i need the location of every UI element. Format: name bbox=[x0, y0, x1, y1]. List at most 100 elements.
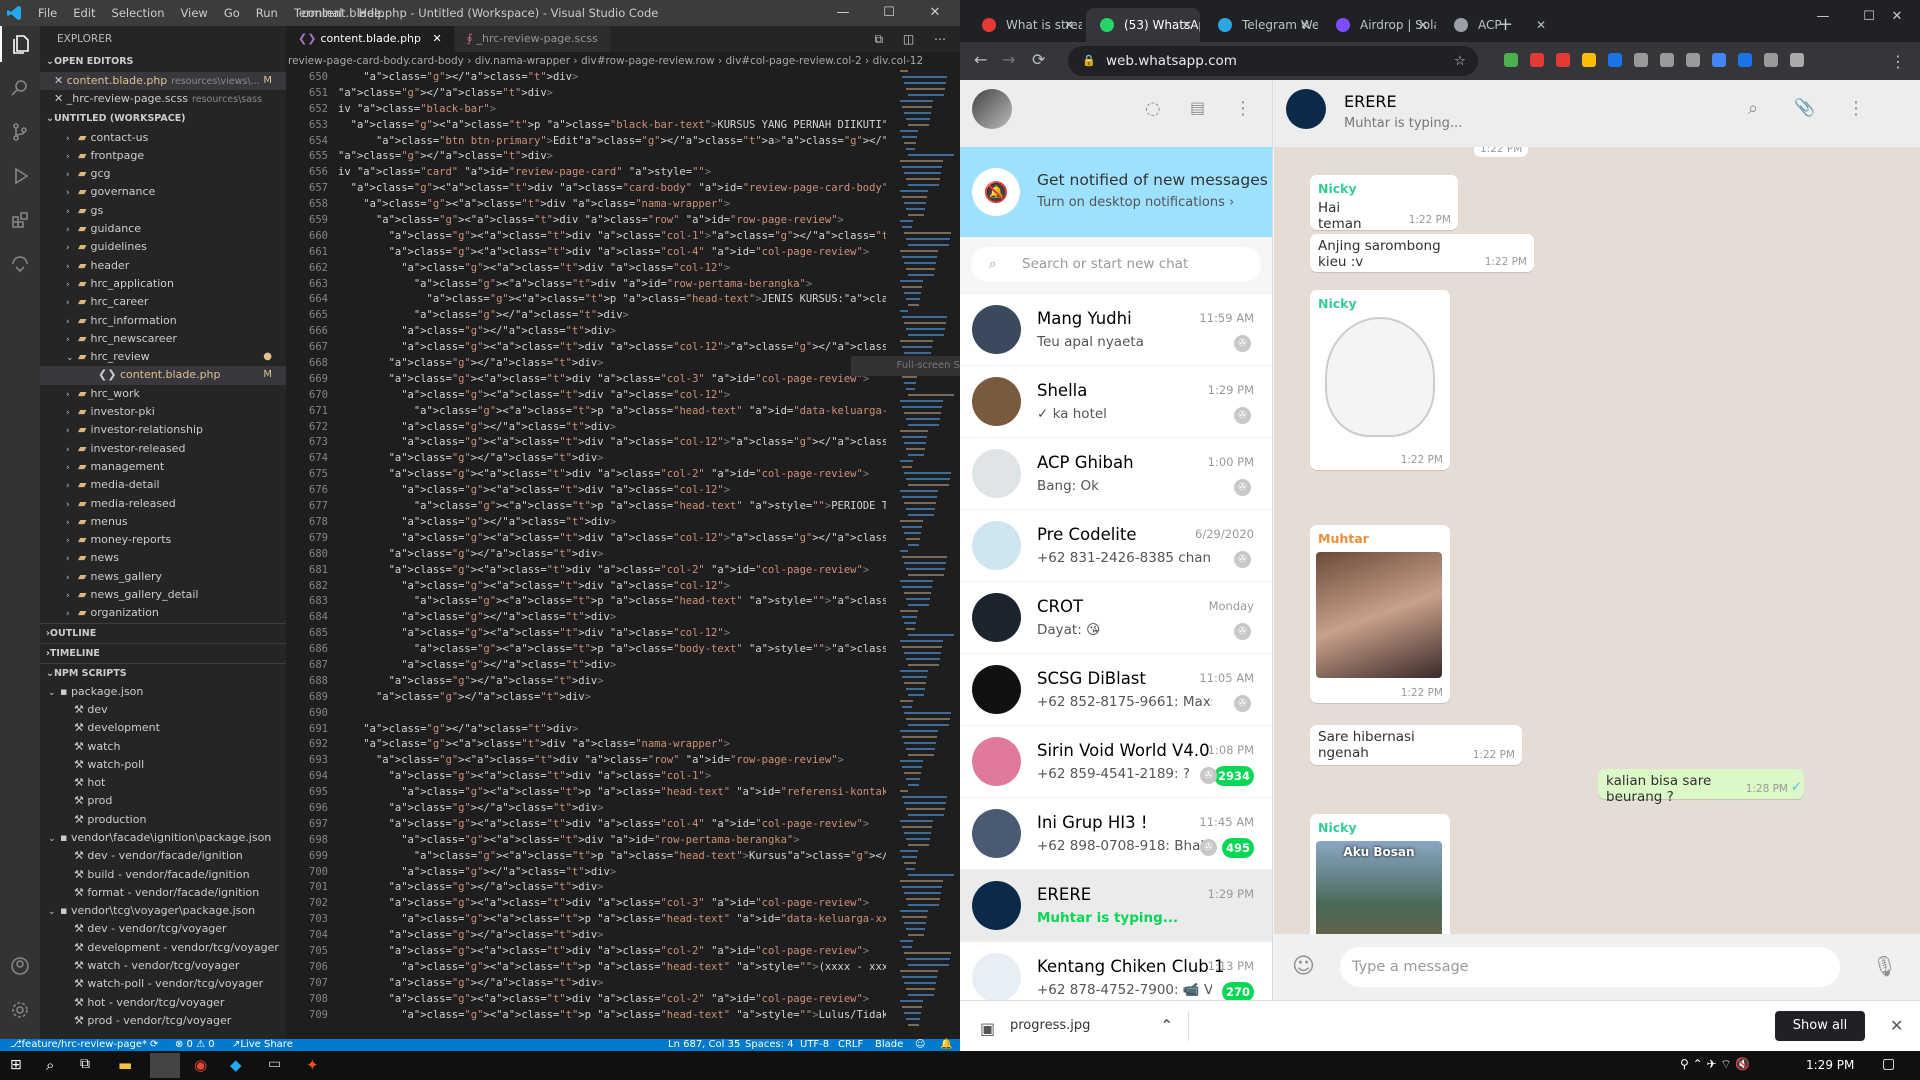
tab-close-icon[interactable]: ✕ bbox=[1300, 8, 1310, 42]
file-explorer-icon[interactable]: ▬ bbox=[118, 1056, 132, 1074]
new-tab-button[interactable]: + bbox=[1498, 14, 1513, 35]
menu-item-help[interactable]: Help bbox=[350, 0, 392, 26]
extension-icon[interactable] bbox=[1764, 53, 1778, 67]
code-line[interactable]: 666 "a">class="g"></"a">class="t">div> bbox=[286, 324, 886, 340]
tab-close-icon[interactable]: ✕ bbox=[1536, 8, 1546, 42]
folder-item[interactable]: › ▰ money-reports bbox=[40, 531, 286, 549]
search-icon[interactable] bbox=[0, 70, 40, 106]
code-line[interactable]: 688 "a">class="g"></"a">class="t">div> bbox=[286, 674, 886, 690]
code-line[interactable]: 709 "a">class="g"><"a">class="t">p "a">c… bbox=[286, 1008, 886, 1024]
folder-item[interactable]: › ▰ governance bbox=[40, 183, 286, 201]
chat-list-item[interactable]: Ini Grup HI3 ! 11:45 AM +62 898-0708-918: … bbox=[960, 798, 1272, 870]
menu-icon[interactable]: ⋮ bbox=[1234, 98, 1252, 119]
encoding-status[interactable]: UTF-8 bbox=[800, 1039, 829, 1051]
message-list[interactable]: 1:22 PMNickyHai teman teman1:22 PMAnjing… bbox=[1274, 147, 1920, 934]
code-line[interactable]: 673 "a">class="g"><"a">class="t">div "a"… bbox=[286, 435, 886, 451]
chat-list-item[interactable]: Sirin Void World V4.0 1:08 PM +62 859-4541… bbox=[960, 726, 1272, 798]
code-line[interactable]: 665 "a">class="g"></"a">class="t">div> bbox=[286, 308, 886, 324]
npm-script[interactable]: ⚒ development - vendor/tcg/voyager bbox=[40, 939, 286, 957]
chat-list-item[interactable]: SCSG DiBlast 11:05 AM +62 852-8175-9661: M… bbox=[960, 654, 1272, 726]
language-status[interactable]: Blade bbox=[875, 1039, 903, 1051]
vscode-taskbar-icon[interactable]: ◆ bbox=[230, 1056, 242, 1074]
menu-item-terminal[interactable]: Terminal bbox=[286, 0, 351, 26]
conversation-menu-icon[interactable]: ⋮ bbox=[1847, 98, 1865, 119]
code-line[interactable]: 655 "a">class="g"></"a">class="t">div> bbox=[286, 149, 886, 165]
start-windows-icon[interactable]: ⊞ bbox=[10, 1057, 22, 1073]
npm-script[interactable]: ⚒ production bbox=[40, 811, 286, 829]
code-line[interactable]: 696 "a">class="g"></"a">class="t">div> bbox=[286, 801, 886, 817]
code-line[interactable]: 700 "a">class="g"></"a">class="t">div> bbox=[286, 865, 886, 881]
reload-button[interactable]: ⟳ bbox=[1032, 50, 1045, 69]
code-line[interactable]: 677 "a">class="g"><"a">class="t">p "a">c… bbox=[286, 499, 886, 515]
code-line[interactable]: 669 "a">class="g"><"a">class="t">div "a"… bbox=[286, 372, 886, 388]
chrome-menu-icon[interactable]: ⋮ bbox=[1890, 52, 1906, 71]
code-line[interactable]: 685 "a">class="g"><"a">class="t">div "a"… bbox=[286, 626, 886, 642]
extension-icon[interactable] bbox=[1660, 53, 1674, 67]
npm-script[interactable]: ⚒ dev - vendor/tcg/voyager bbox=[40, 920, 286, 938]
git-branch-status[interactable]: ⎇ feature/hrc-review-page* bbox=[10, 1039, 147, 1051]
emoji-icon[interactable]: ☺ bbox=[1292, 954, 1315, 979]
cursor-position[interactable]: Ln 687, Col 35 bbox=[668, 1039, 740, 1051]
close-shelf-icon[interactable]: ✕ bbox=[1890, 1016, 1903, 1035]
npm-script[interactable]: ⚒ format - vendor/facade/ignition bbox=[40, 884, 286, 902]
menu-item-file[interactable]: File bbox=[30, 0, 65, 26]
browser-tab[interactable]: Telegram Web✕ bbox=[1204, 8, 1318, 42]
npm-package[interactable]: ⌄ ▪ vendor\facade\ignition\package.json bbox=[40, 829, 286, 847]
open-editor-item[interactable]: ✕ content.blade.php resources\views\... M bbox=[40, 72, 286, 91]
status-icon[interactable]: ◌ bbox=[1145, 98, 1161, 119]
code-line[interactable]: 663 "a">class="g"><"a">class="t">div "a"… bbox=[286, 277, 886, 293]
tab-content-blade[interactable]: ❮❯ content.blade.php ✕ bbox=[286, 26, 455, 52]
extension-icon[interactable] bbox=[1686, 53, 1700, 67]
code-line[interactable]: 651 "a">class="g"></"a">class="t">div> bbox=[286, 86, 886, 102]
folder-item[interactable]: › ▰ contact-us bbox=[40, 129, 286, 147]
system-tray-icons[interactable]: ⚲ ⌃ ✈ ⌔ 🔇 bbox=[1680, 1057, 1750, 1072]
chat-list-item[interactable]: ACP Ghibah 1:00 PM Bang: Ok ✇ bbox=[960, 438, 1272, 510]
npm-script[interactable]: ⚒ dev - vendor/facade/ignition bbox=[40, 847, 286, 865]
extension-icon[interactable] bbox=[1556, 53, 1570, 67]
browser-tab[interactable]: What is stream✕ bbox=[968, 8, 1082, 42]
code-line[interactable]: 672 "a">class="g"></"a">class="t">div> bbox=[286, 420, 886, 436]
code-line[interactable]: 662 "a">class="g"><"a">class="t">div "a"… bbox=[286, 261, 886, 277]
close-icon[interactable]: ✕ bbox=[54, 74, 67, 87]
conversation-header[interactable]: ERERE Muhtar is typing... ⌕ 📎 ⋮ bbox=[1274, 80, 1920, 147]
chrome-close-button[interactable]: ✕ bbox=[1874, 4, 1920, 30]
taskbar-search-icon[interactable]: ⌕ bbox=[46, 1056, 54, 1074]
maximize-button[interactable]: ☐ bbox=[866, 0, 912, 26]
download-filename[interactable]: progress.jpg bbox=[1010, 1018, 1090, 1033]
code-line[interactable]: 676 "a">class="g"><"a">class="t">div "a"… bbox=[286, 483, 886, 499]
browser-tab[interactable]: ACP ✕ bbox=[1440, 8, 1554, 42]
code-line[interactable]: 704 "a">class="g"></"a">class="t">div> bbox=[286, 928, 886, 944]
active-file-item[interactable]: ❮❯ content.blade.php M bbox=[40, 366, 286, 385]
code-line[interactable]: 690 bbox=[286, 706, 886, 722]
code-line[interactable]: 708 "a">class="g"><"a">class="t">div "a"… bbox=[286, 992, 886, 1008]
code-line[interactable]: 694 "a">class="g"><"a">class="t">div "a"… bbox=[286, 769, 886, 785]
my-avatar[interactable] bbox=[972, 89, 1012, 129]
npm-script[interactable]: ⚒ watch-poll bbox=[40, 756, 286, 774]
code-line[interactable]: 653 "a">class="g"><"a">class="t">p "a">c… bbox=[286, 118, 886, 134]
code-line[interactable]: 692 "a">class="g"><"a">class="t">div "a"… bbox=[286, 737, 886, 753]
message-bubble[interactable]: kalian bisa sare beurang ? 1:28 PM ✓ bbox=[1598, 769, 1804, 805]
message-input[interactable]: Type a message bbox=[1340, 947, 1840, 987]
folder-item[interactable]: › ▰ gcg bbox=[40, 165, 286, 183]
browser-tab[interactable]: Airdrop | Solan✕ bbox=[1322, 8, 1436, 42]
npm-script[interactable]: ⚒ prod - vendor/tcg/voyager bbox=[40, 1012, 286, 1030]
feedback-icon[interactable]: ☺ bbox=[915, 1039, 925, 1051]
notifications-bell-icon[interactable]: 🔔 bbox=[940, 1039, 952, 1051]
minimap[interactable] bbox=[896, 70, 958, 1039]
taskbar-clock[interactable]: 1:29 PM bbox=[1806, 1058, 1854, 1072]
breadcrumb[interactable]: review-page-card-body.card-body › div.na… bbox=[286, 52, 960, 70]
code-line[interactable]: 654 "a">class="btn btn-primary">Edit"a">… bbox=[286, 134, 886, 150]
folder-item[interactable]: › ▰ hrc_application bbox=[40, 275, 286, 293]
tab-close-icon[interactable]: ✕ bbox=[1418, 8, 1428, 42]
code-line[interactable]: 706 "a">class="g"><"a">class="t">p "a">c… bbox=[286, 960, 886, 976]
folder-item[interactable]: › ▰ media-released bbox=[40, 495, 286, 513]
code-line[interactable]: 671 "a">class="g"><"a">class="t">p "a">c… bbox=[286, 404, 886, 420]
extension-icon[interactable] bbox=[1530, 53, 1544, 67]
folder-item[interactable]: › ▰ investor-released bbox=[40, 440, 286, 458]
folder-item[interactable]: › ▰ news_gallery_detail bbox=[40, 586, 286, 604]
settings-gear-icon[interactable] bbox=[0, 992, 40, 1028]
chrome-taskbar-icon[interactable]: ◉ bbox=[194, 1056, 207, 1074]
notification-banner[interactable]: 🔕 Get notified of new messages Turn on d… bbox=[960, 147, 1272, 237]
task-view-icon[interactable]: ⧉ bbox=[80, 1056, 90, 1072]
code-line[interactable]: 668 "a">class="g"></"a">class="t">div> bbox=[286, 356, 886, 372]
